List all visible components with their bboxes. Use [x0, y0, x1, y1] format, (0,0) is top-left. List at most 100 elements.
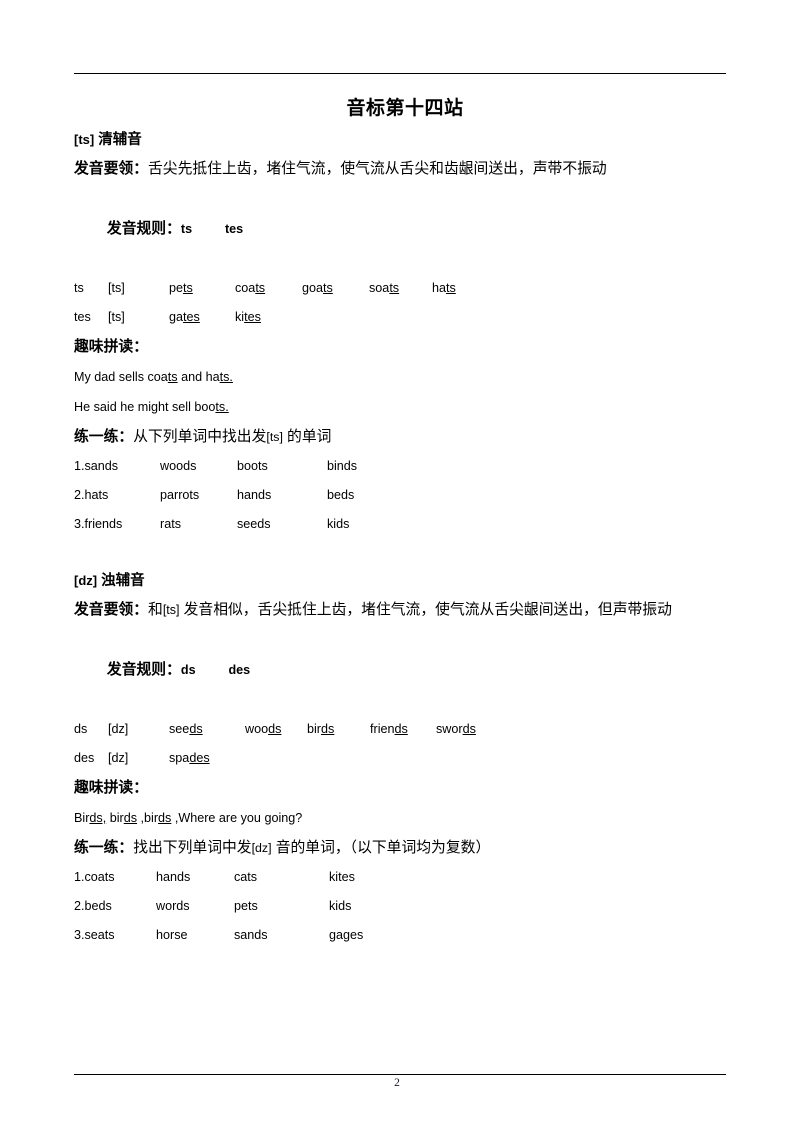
- rule-row-spelling: tes: [74, 310, 91, 324]
- practice-text-pre-ts: 从下列单词中找出发: [133, 429, 267, 445]
- practice-word: boots: [237, 459, 268, 473]
- rule-code-ts-1: ts: [180, 222, 193, 236]
- rule-code-dz-1: ds: [180, 663, 196, 677]
- practice-row-ts-2: 2.hats parrots hands beds: [74, 481, 726, 510]
- sentence-part: Bir: [74, 811, 90, 825]
- practice-row-dz-1: 1.coats hands cats kites: [74, 863, 726, 892]
- essentials-dz: 发音要领：和[ts] 发音相似，舌尖抵住上齿，堵住气流，使气流从舌尖龈间送出，但…: [74, 595, 726, 625]
- word-suffix: ts: [446, 281, 456, 295]
- section-dz: [dz] 浊辅音 发音要领：和[ts] 发音相似，舌尖抵住上齿，堵住气流，使气流…: [74, 567, 726, 950]
- practice-text-post-ts: 的单词: [282, 429, 332, 445]
- practice-word: binds: [327, 459, 358, 473]
- rule-row-phonetic: [dz]: [108, 722, 129, 736]
- practice-head-ts: 练一练：从下列单词中找出发[ts] 的单词: [74, 422, 726, 452]
- practice-word: hands: [237, 488, 272, 502]
- section-heading-label-ts: 清辅音: [98, 132, 142, 148]
- section-heading-label-dz: 浊辅音: [101, 573, 145, 589]
- sentence-part-underlined: ds: [123, 811, 138, 825]
- sentence-part-underlined: ts.: [219, 370, 233, 384]
- rule-row-spelling: des: [74, 751, 95, 765]
- essentials-label-dz: 发音要领：: [74, 602, 148, 618]
- practice-head-dz: 练一练：找出下列单词中发[dz] 音的单词，（以下单词均为复数）: [74, 833, 726, 863]
- page-number: 2: [394, 1077, 400, 1089]
- practice-word: gages: [329, 928, 364, 942]
- word-suffix: ts: [183, 281, 193, 295]
- rule-code-dz-2: des: [228, 663, 251, 677]
- essentials-text-post-dz: 发音相似，舌尖抵住上齿，堵住气流，使气流从舌尖龈间送出，但声带振动: [179, 602, 672, 618]
- phonetic-symbol-dz: [dz]: [74, 573, 98, 588]
- word-stem: ki: [235, 310, 245, 324]
- header-rule: [74, 73, 726, 74]
- word-suffix: ds: [394, 722, 408, 736]
- practice-text-post-dz: 音的单词，（以下单词均为复数）: [271, 840, 491, 856]
- phonetic-symbol-ts: [ts]: [74, 132, 95, 147]
- sentence-part: and ha: [177, 370, 220, 384]
- practice-word: hands: [156, 870, 191, 884]
- practice-word: cats: [234, 870, 258, 884]
- rule-code-ts-2: tes: [224, 222, 244, 236]
- word-stem: spa: [169, 751, 190, 765]
- word-stem: coa: [235, 281, 256, 295]
- fun-sentence-ts-2: He said he might sell boots.: [74, 392, 726, 422]
- practice-row-dz-2: 2.beds words pets kids: [74, 892, 726, 921]
- example-word: gates: [169, 303, 235, 332]
- rule-row-dz-2: des [dz] spades: [74, 744, 726, 773]
- example-word: woods: [245, 715, 307, 744]
- example-word: hats: [432, 274, 456, 303]
- rule-code-spacer-dz: [196, 662, 229, 678]
- word-suffix: des: [189, 751, 210, 765]
- practice-text-pre-dz: 找出下列单词中发: [133, 840, 252, 856]
- rules-label-dz: 发音规则：: [106, 662, 181, 678]
- example-word: coats: [235, 274, 302, 303]
- practice-word: 2.beds: [74, 899, 112, 913]
- sentence-part-underlined: ds: [158, 811, 172, 825]
- practice-word: 1.coats: [74, 870, 115, 884]
- word-stem: ha: [432, 281, 447, 295]
- practice-word: 3.seats: [74, 928, 115, 942]
- example-word: friends: [370, 715, 436, 744]
- sentence-part: ,bir: [137, 811, 159, 825]
- word-stem: goa: [302, 281, 324, 295]
- rules-line-dz: 发音规则：ds des: [74, 625, 726, 715]
- footer-rule: [74, 1074, 726, 1075]
- word-suffix: ts: [323, 281, 333, 295]
- fun-reading-label-ts: 趣味拼读：: [74, 339, 148, 355]
- fun-sentence-ts-1: My dad sells coats and hats.: [74, 362, 726, 392]
- practice-word: beds: [327, 488, 355, 502]
- essentials-ts: 发音要领：舌尖先抵住上齿，堵住气流，使气流从舌尖和齿龈间送出，声带不振动: [74, 154, 726, 184]
- word-suffix: ts: [389, 281, 400, 295]
- sentence-part-underlined: ts.: [215, 400, 229, 414]
- practice-word: 2.hats: [74, 488, 109, 502]
- rule-code-spacer-ts: [192, 221, 225, 237]
- rules-label-ts: 发音规则：: [106, 221, 181, 237]
- word-stem: pe: [169, 281, 184, 295]
- essentials-text-ts: 舌尖先抵住上齿，堵住气流，使气流从舌尖和齿龈间送出，声带不振动: [148, 161, 607, 177]
- word-suffix: ds: [321, 722, 335, 736]
- practice-phonetic-ts: [ts]: [266, 430, 283, 444]
- practice-word: kites: [329, 870, 355, 884]
- practice-word: parrots: [160, 488, 200, 502]
- word-suffix: tes: [183, 310, 200, 324]
- practice-label-dz: 练一练：: [74, 840, 134, 856]
- practice-word: sands: [234, 928, 268, 942]
- example-word: soats: [369, 274, 432, 303]
- practice-row-ts-3: 3.friends rats seeds kids: [74, 510, 726, 539]
- rule-row-ts-1: ts [ts] pets coats goats soats hats: [74, 274, 726, 303]
- practice-word: woods: [160, 459, 197, 473]
- sentence-part: He said he might sell boo: [74, 400, 216, 414]
- word-stem: bir: [307, 722, 321, 736]
- example-word: spades: [169, 744, 210, 773]
- practice-word: words: [156, 899, 190, 913]
- word-stem: see: [169, 722, 190, 736]
- word-stem: woo: [245, 722, 269, 736]
- sentence-part-underlined: ds,: [89, 811, 107, 825]
- example-word: goats: [302, 274, 369, 303]
- fun-sentence-dz-1: Birds, birds ,birds ,Where are you going…: [74, 803, 726, 833]
- word-suffix: ts: [255, 281, 266, 295]
- example-word: pets: [169, 274, 235, 303]
- practice-word: horse: [156, 928, 188, 942]
- practice-word: kids: [327, 517, 350, 531]
- rule-row-ts-2: tes [ts] gates kites: [74, 303, 726, 332]
- practice-label-ts: 练一练：: [74, 429, 134, 445]
